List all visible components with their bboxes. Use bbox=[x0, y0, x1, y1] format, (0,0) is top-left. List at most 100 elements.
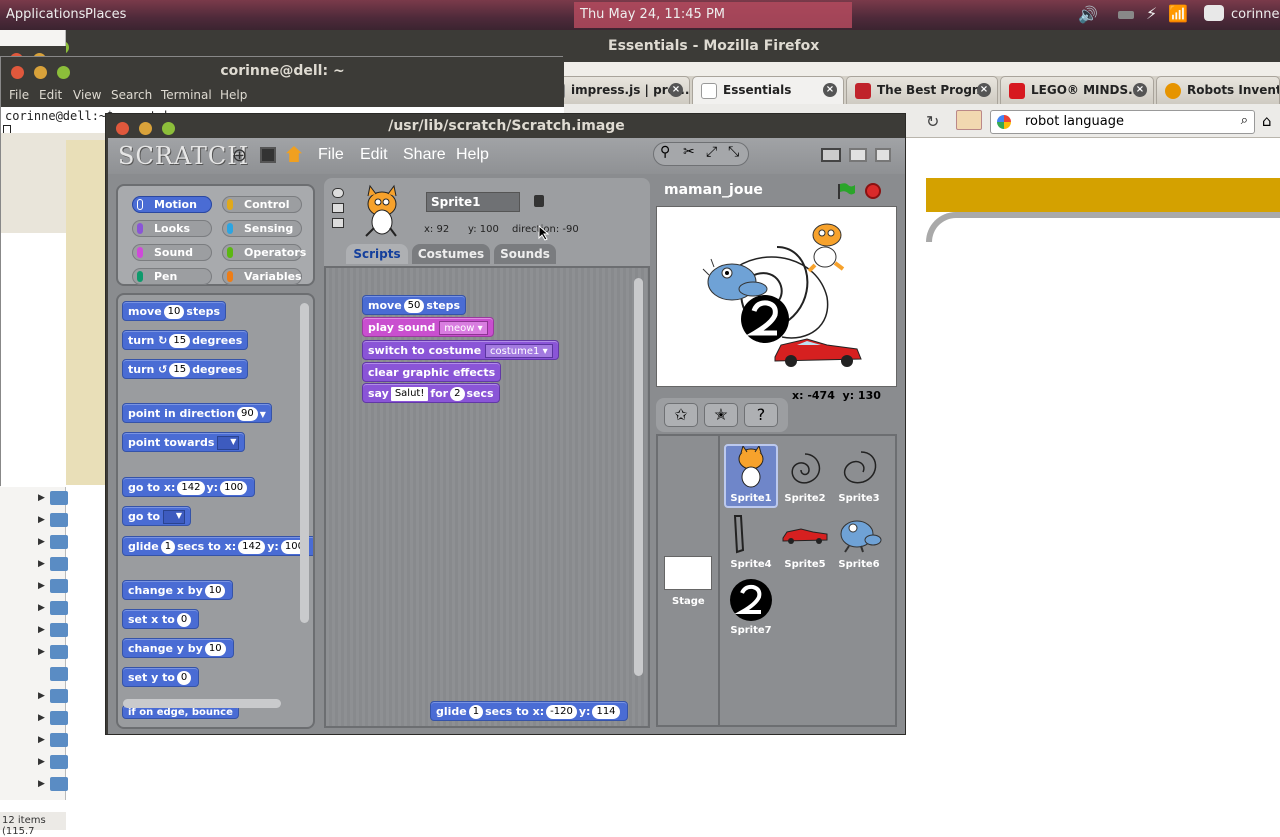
category-sensing[interactable]: Sensing bbox=[222, 220, 302, 237]
script-block-say[interactable]: say Salut! for 2 secs bbox=[362, 383, 500, 403]
search-input[interactable]: robot language ⌕ bbox=[990, 110, 1255, 134]
chevron-down-icon[interactable]: ▼ bbox=[217, 436, 240, 450]
category-variables[interactable]: Variables bbox=[222, 268, 302, 285]
no-rotate-icon[interactable] bbox=[332, 218, 344, 228]
normal-stage-icon[interactable] bbox=[849, 148, 867, 162]
sprite-tile-sprite3[interactable]: Sprite3 bbox=[832, 446, 886, 510]
search-icon[interactable]: ⌕ bbox=[1241, 113, 1248, 128]
tree-row[interactable] bbox=[38, 664, 68, 686]
home-icon[interactable]: ⌂ bbox=[1262, 112, 1272, 130]
block-input[interactable]: 0 bbox=[176, 613, 192, 627]
tree-row[interactable]: ▶ bbox=[38, 554, 68, 576]
volume-icon[interactable]: 🔊 bbox=[1078, 5, 1098, 24]
tab-essentials[interactable]: Essentials × bbox=[692, 76, 844, 104]
green-flag-icon[interactable] bbox=[836, 182, 856, 200]
tree-row[interactable]: ▶ bbox=[38, 576, 68, 598]
sprite-tile-sprite2[interactable]: Sprite2 bbox=[778, 446, 832, 510]
block-point-towards[interactable]: point towards ▼ bbox=[122, 432, 246, 452]
sprite-tile-sprite1[interactable]: Sprite1 bbox=[724, 444, 778, 508]
category-pen[interactable]: Pen bbox=[132, 268, 212, 285]
category-sound[interactable]: Sound bbox=[132, 244, 212, 261]
applications-menu[interactable]: Applications bbox=[6, 7, 85, 22]
surprise-sprite-icon[interactable]: ? bbox=[744, 403, 778, 427]
scratch-titlebar[interactable]: /usr/lib/scratch/Scratch.image bbox=[106, 114, 907, 138]
tree-row[interactable]: ▶ bbox=[38, 488, 68, 510]
category-looks[interactable]: Looks bbox=[132, 220, 212, 237]
block-input[interactable]: 90 bbox=[237, 407, 258, 421]
save-icon[interactable] bbox=[260, 147, 276, 163]
tab-sounds[interactable]: Sounds bbox=[494, 244, 556, 264]
stage-thumbnail[interactable] bbox=[664, 556, 712, 590]
wifi-icon[interactable]: 📶 bbox=[1168, 4, 1188, 23]
block-turn-right[interactable]: turn ↻ 15 degrees bbox=[122, 330, 249, 350]
paint-sprite-icon[interactable]: ✩ bbox=[664, 403, 698, 427]
battery-icon[interactable] bbox=[1118, 11, 1134, 19]
block-input[interactable]: Salut! bbox=[390, 387, 429, 401]
sprite-tile-sprite7[interactable]: Sprite7 bbox=[724, 578, 778, 642]
block-input[interactable]: 1 bbox=[160, 540, 176, 554]
tree-row[interactable]: ▶ bbox=[38, 598, 68, 620]
mail-icon[interactable] bbox=[956, 110, 982, 130]
block-goto[interactable]: go to ▼ bbox=[122, 506, 192, 526]
close-icon[interactable]: × bbox=[669, 83, 683, 97]
shrink-icon[interactable]: ⤡ bbox=[728, 144, 739, 160]
block-move[interactable]: move 10 steps bbox=[122, 301, 227, 321]
places-menu[interactable]: Places bbox=[85, 7, 126, 22]
close-icon[interactable]: × bbox=[1133, 83, 1147, 97]
reload-icon[interactable]: ↻ bbox=[926, 112, 939, 131]
script-block-clear-effects[interactable]: clear graphic effects bbox=[362, 362, 502, 382]
block-input[interactable]: 142 bbox=[238, 540, 266, 554]
scripts-scrollbar[interactable] bbox=[634, 278, 643, 676]
clock[interactable]: Thu May 24, 11:45 PM bbox=[580, 7, 725, 22]
menu-help[interactable]: Help bbox=[456, 146, 489, 164]
tab-scripts[interactable]: Scripts bbox=[346, 244, 408, 264]
costume-dropdown[interactable]: costume1 ▾ bbox=[485, 344, 553, 358]
share-icon[interactable] bbox=[286, 146, 302, 162]
menu-search[interactable]: Search bbox=[111, 88, 152, 102]
tab-costumes[interactable]: Costumes bbox=[412, 244, 490, 264]
menu-edit[interactable]: Edit bbox=[39, 88, 62, 102]
maximize-icon[interactable] bbox=[57, 65, 70, 79]
close-icon[interactable] bbox=[116, 121, 129, 135]
category-motion[interactable]: Motion bbox=[132, 196, 212, 213]
minimize-icon[interactable] bbox=[34, 65, 47, 79]
chat-icon[interactable] bbox=[1204, 5, 1224, 21]
block-input[interactable]: 10 bbox=[204, 642, 226, 656]
tab-lego[interactable]: LEGO® MINDS... × bbox=[1000, 76, 1154, 104]
category-control[interactable]: Control bbox=[222, 196, 302, 213]
google-icon[interactable] bbox=[997, 115, 1011, 129]
block-input[interactable]: 50 bbox=[403, 299, 425, 313]
stage-canvas[interactable] bbox=[656, 206, 897, 387]
tree-row[interactable]: ▶ bbox=[38, 708, 68, 730]
block-input[interactable]: 15 bbox=[169, 334, 191, 348]
delete-icon[interactable]: ✂ bbox=[683, 144, 695, 160]
block-set-y[interactable]: set y to 0 bbox=[122, 667, 200, 687]
script-block-glide[interactable]: glide 1 secs to x: -120 y: 114 bbox=[430, 701, 628, 721]
block-goto-xy[interactable]: go to x: 142 y: 100 bbox=[122, 477, 256, 497]
stop-icon[interactable] bbox=[865, 183, 881, 199]
minimize-icon[interactable] bbox=[139, 121, 152, 135]
block-input[interactable]: 2 bbox=[450, 387, 465, 401]
block-change-x[interactable]: change x by 10 bbox=[122, 580, 234, 600]
block-set-x[interactable]: set x to 0 bbox=[122, 609, 200, 629]
sprite-tile-sprite5[interactable]: Sprite5 bbox=[778, 512, 832, 576]
menu-share[interactable]: Share bbox=[403, 146, 446, 164]
close-icon[interactable]: × bbox=[823, 83, 837, 97]
power-icon[interactable]: ⚡ bbox=[1146, 4, 1157, 23]
menu-help[interactable]: Help bbox=[220, 88, 247, 102]
language-icon[interactable]: ⊕ bbox=[232, 145, 247, 166]
close-icon[interactable]: × bbox=[977, 83, 991, 97]
terminal-titlebar[interactable]: corinne@dell: ~ bbox=[1, 57, 564, 85]
scripts-area[interactable]: move 50 steps play sound meow ▾ switch to … bbox=[324, 266, 650, 728]
category-operators[interactable]: Operators bbox=[222, 244, 306, 261]
block-glide[interactable]: glide 1 secs to x: 142 y: 100 bbox=[122, 536, 313, 556]
choose-sprite-icon[interactable]: ✭ bbox=[704, 403, 738, 427]
sprite-name-field[interactable]: Sprite1 bbox=[426, 192, 520, 212]
block-input[interactable]: 15 bbox=[169, 363, 191, 377]
tree-row[interactable]: ▶ bbox=[38, 642, 68, 664]
block-input[interactable]: 0 bbox=[176, 671, 192, 685]
rotate-icon[interactable] bbox=[332, 188, 344, 198]
tree-row[interactable]: ▶ bbox=[38, 774, 68, 796]
script-block-move[interactable]: move 50 steps bbox=[362, 295, 467, 315]
duplicate-icon[interactable]: ⚲ bbox=[660, 144, 670, 160]
